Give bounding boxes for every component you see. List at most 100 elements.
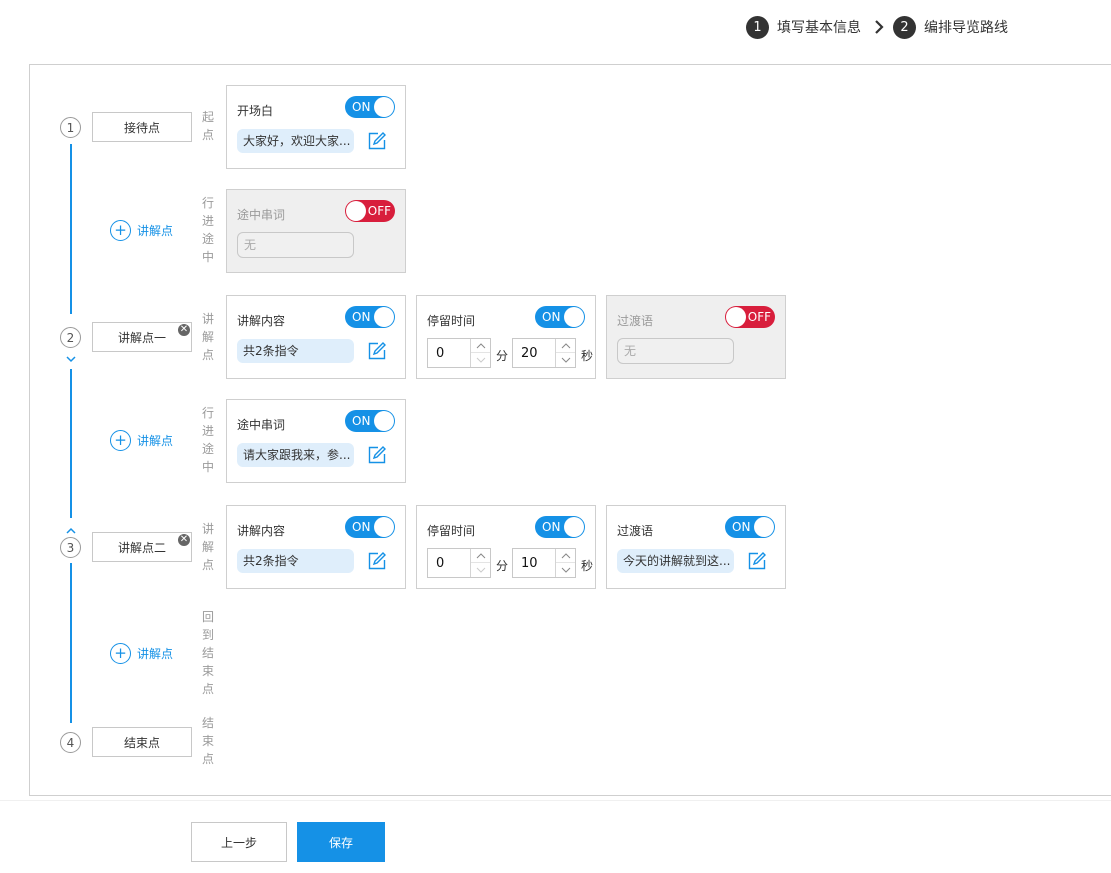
stepper-down-icon[interactable]	[556, 353, 575, 367]
add-point-label: 讲解点	[137, 647, 174, 661]
minutes-value: 0	[436, 556, 445, 571]
toggle-label: ON	[352, 414, 371, 428]
transition-card: 过渡语 OFF 无	[606, 295, 786, 379]
seconds-value: 20	[521, 346, 538, 361]
stay-time-card: 停留时间 ON 0 分 20 秒	[416, 295, 596, 379]
node-number: 4	[60, 732, 81, 753]
edit-icon[interactable]	[748, 552, 766, 570]
add-point-button[interactable]: + 讲解点	[110, 220, 173, 241]
card-title: 开场白	[237, 104, 274, 118]
card-title: 讲解内容	[237, 524, 286, 538]
stay-time-toggle[interactable]: ON	[535, 516, 585, 538]
edit-icon[interactable]	[368, 446, 386, 464]
point-content-chip[interactable]: 共2条指令	[237, 549, 354, 573]
node-name-end[interactable]: 结束点	[92, 727, 192, 757]
toggle-label: ON	[352, 310, 371, 324]
stay-time-toggle[interactable]: ON	[535, 306, 585, 328]
point-content-chip[interactable]: 共2条指令	[237, 339, 354, 363]
segment-side-label: 行进途中	[202, 196, 215, 264]
action-bar	[0, 800, 1111, 873]
enroute-talk-card: 途中串词 OFF 无	[226, 189, 406, 273]
save-button[interactable]: 保存	[297, 822, 385, 862]
timeline-line	[70, 369, 72, 518]
enroute-talk-chip[interactable]: 请大家跟我来，参...	[237, 443, 354, 467]
step-indicator: 1 填写基本信息 2 编排导览路线	[746, 15, 1008, 39]
move-up-icon[interactable]	[66, 524, 76, 534]
card-title: 停留时间	[427, 524, 476, 538]
node-side-label: 结束点	[202, 716, 215, 766]
node-number: 1	[60, 117, 81, 138]
node-number: 3	[60, 537, 81, 558]
node-side-label: 讲解点	[202, 522, 215, 572]
stepper-up-icon[interactable]	[556, 339, 575, 353]
move-down-icon[interactable]	[66, 352, 76, 363]
transition-card: 过渡语 ON 今天的讲解就到这...	[606, 505, 786, 589]
delete-node-icon[interactable]: ✕	[178, 324, 190, 336]
node-number: 2	[60, 327, 81, 348]
minutes-unit: 分	[496, 559, 509, 573]
seconds-unit: 秒	[581, 349, 594, 363]
enroute-talk-toggle[interactable]: ON	[345, 410, 395, 432]
card-title: 停留时间	[427, 314, 476, 328]
stepper-up-icon[interactable]	[471, 339, 490, 353]
transition-chip[interactable]: 今天的讲解就到这...	[617, 549, 734, 573]
node-name-point-2[interactable]: 讲解点二	[92, 532, 192, 562]
minutes-stepper[interactable]: 0	[427, 548, 491, 578]
add-point-label: 讲解点	[137, 224, 174, 238]
stepper-up-icon[interactable]	[556, 549, 575, 563]
stay-time-card: 停留时间 ON 0 分 10 秒	[416, 505, 596, 589]
plus-icon: +	[110, 220, 131, 241]
node-side-label: 起点	[202, 110, 215, 142]
step-2-number: 2	[893, 15, 916, 39]
card-title: 过渡语	[617, 314, 654, 328]
stepper-up-icon[interactable]	[471, 549, 490, 563]
card-title: 途中串词	[237, 418, 286, 432]
point-content-toggle[interactable]: ON	[345, 516, 395, 538]
point-content-card: 讲解内容 ON 共2条指令	[226, 505, 406, 589]
node-name-point-1[interactable]: 讲解点一	[92, 322, 192, 352]
transition-toggle[interactable]: OFF	[725, 306, 775, 328]
stepper-down-icon[interactable]	[556, 563, 575, 577]
minutes-stepper[interactable]: 0	[427, 338, 491, 368]
card-title: 过渡语	[617, 524, 654, 538]
enroute-talk-toggle[interactable]: OFF	[345, 200, 395, 222]
toggle-label: ON	[732, 520, 751, 534]
point-content-card: 讲解内容 ON 共2条指令	[226, 295, 406, 379]
edit-icon[interactable]	[368, 342, 386, 360]
toggle-label: ON	[542, 310, 561, 324]
chevron-right-icon	[871, 19, 887, 35]
add-point-button[interactable]: + 讲解点	[110, 643, 173, 664]
edit-icon[interactable]	[368, 552, 386, 570]
segment-side-label: 行进途中	[202, 406, 215, 474]
add-point-label: 讲解点	[137, 434, 174, 448]
delete-node-icon[interactable]: ✕	[178, 534, 190, 546]
opening-toggle[interactable]: ON	[345, 96, 395, 118]
previous-step-button[interactable]: 上一步	[191, 822, 287, 862]
timeline-line	[70, 563, 72, 723]
toggle-label: ON	[542, 520, 561, 534]
seconds-stepper[interactable]: 10	[512, 548, 576, 578]
enroute-talk-chip: 无	[237, 232, 354, 258]
card-title: 讲解内容	[237, 314, 286, 328]
seconds-value: 10	[521, 556, 538, 571]
step-1-label: 填写基本信息	[777, 20, 861, 36]
opening-text-chip[interactable]: 大家好，欢迎大家...	[237, 129, 354, 153]
node-name-reception[interactable]: 接待点	[92, 112, 192, 142]
toggle-label: ON	[352, 520, 371, 534]
transition-toggle[interactable]: ON	[725, 516, 775, 538]
step-1-number: 1	[746, 15, 769, 39]
edit-icon[interactable]	[368, 132, 386, 150]
seconds-stepper[interactable]: 20	[512, 338, 576, 368]
seconds-unit: 秒	[581, 559, 594, 573]
minutes-unit: 分	[496, 349, 509, 363]
transition-chip: 无	[617, 338, 734, 364]
add-point-button[interactable]: + 讲解点	[110, 430, 173, 451]
stepper-down-icon[interactable]	[471, 353, 490, 367]
plus-icon: +	[110, 430, 131, 451]
minutes-value: 0	[436, 346, 445, 361]
opening-card: 开场白 ON 大家好，欢迎大家...	[226, 85, 406, 169]
step-2-label: 编排导览路线	[924, 20, 1008, 36]
enroute-talk-card: 途中串词 ON 请大家跟我来，参...	[226, 399, 406, 483]
point-content-toggle[interactable]: ON	[345, 306, 395, 328]
stepper-down-icon[interactable]	[471, 563, 490, 577]
